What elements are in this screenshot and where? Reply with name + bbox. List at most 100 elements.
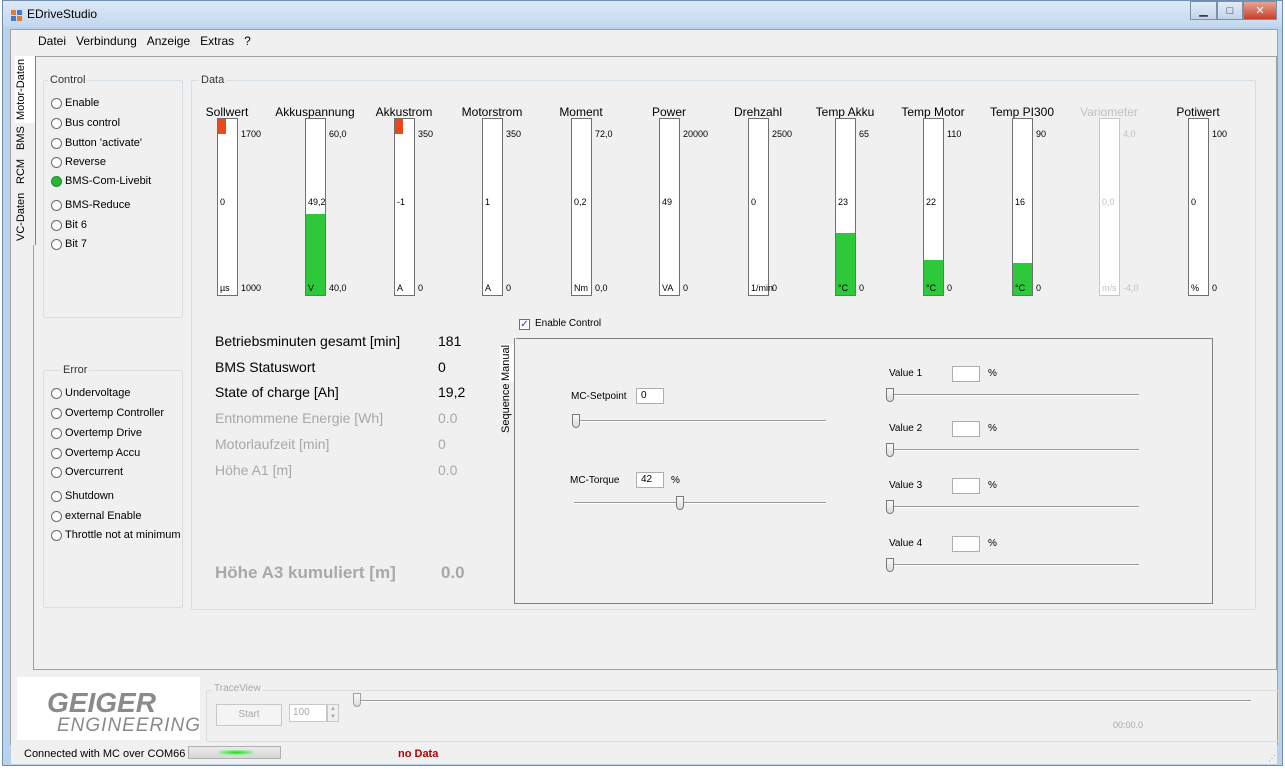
- trace-count-spinner[interactable]: ▲ ▼: [327, 704, 339, 722]
- tab-rcm[interactable]: RCM: [15, 153, 36, 189]
- gauge-value: 0,0: [1102, 197, 1115, 207]
- value-input[interactable]: [952, 421, 980, 437]
- gauge-value: 49,2: [308, 197, 326, 207]
- stat-value: 0: [438, 436, 446, 452]
- minimize-button[interactable]: ▁: [1190, 1, 1217, 20]
- error-item: Throttle not at minimum: [51, 528, 181, 542]
- window-controls: ▁ □ ✕: [1190, 1, 1277, 21]
- gauge-value: 0: [751, 197, 757, 207]
- control-item: Button 'activate': [51, 136, 142, 150]
- app-icon: [11, 8, 22, 21]
- value-slider-thumb[interactable]: [886, 500, 894, 514]
- value-slider-track: [888, 394, 1139, 396]
- menu-datei[interactable]: Datei: [11, 34, 71, 48]
- trace-count-input[interactable]: 100: [289, 704, 327, 722]
- mc-setpoint-label: MC-Setpoint: [571, 391, 627, 402]
- tab-bms[interactable]: BMS: [15, 123, 36, 153]
- control-item-label: Bus control: [65, 117, 121, 129]
- mc-torque-slider-thumb[interactable]: [676, 496, 684, 510]
- gauge-bar: 0 µs: [217, 118, 238, 296]
- value-slider-track: [888, 564, 1139, 566]
- control-item-label: BMS-Reduce: [65, 199, 131, 211]
- enable-control-checkbox[interactable]: ✓: [519, 319, 530, 330]
- control-item-label: Button 'activate': [65, 137, 142, 149]
- status-indicator-icon: [51, 156, 62, 168]
- value-slider-track: [888, 449, 1139, 451]
- stat-label: BMS Statuswort: [215, 359, 316, 375]
- mc-setpoint-slider-track: [574, 420, 826, 422]
- maximize-button[interactable]: □: [1217, 1, 1243, 20]
- gauge-min: 40,0: [329, 283, 347, 293]
- error-item: Shutdown: [51, 489, 114, 503]
- traceview-title: TraceView: [212, 683, 263, 694]
- data-group-title: Data: [199, 74, 227, 86]
- gauge-min: 0: [506, 283, 512, 293]
- enable-control-label: Enable Control: [535, 318, 602, 329]
- spinner-down-icon: ▼: [330, 714, 336, 720]
- menu-bar: Datei Verbindung Anzeige Extras ?: [11, 30, 1277, 52]
- gauge-unit: °C: [1015, 283, 1026, 293]
- value-input[interactable]: [952, 366, 980, 382]
- error-item: Undervoltage: [51, 386, 130, 400]
- title-bar[interactable]: [3, 1, 1282, 27]
- tab-manual[interactable]: Manual: [500, 344, 515, 382]
- error-item-label: Throttle not at minimum: [65, 529, 181, 541]
- tab-sequence[interactable]: Sequence: [500, 382, 515, 434]
- gauge-bar: 0 1/min: [748, 118, 773, 296]
- mc-torque-unit: %: [671, 475, 680, 486]
- gauge-unit: VA: [662, 283, 674, 293]
- gauge-unit: Nm: [574, 283, 588, 293]
- gauge-unit: A: [485, 283, 492, 293]
- value-unit: %: [988, 423, 997, 434]
- gauge-title: Power: [651, 105, 686, 119]
- menu-verbindung[interactable]: Verbindung: [71, 34, 142, 48]
- trace-slider-thumb[interactable]: [353, 693, 361, 707]
- gauge-title: Akkuspannung: [275, 105, 355, 119]
- mc-setpoint-input[interactable]: 0: [636, 388, 664, 404]
- gauge-unit: µs: [220, 283, 230, 293]
- status-indicator-icon: [51, 529, 62, 541]
- gauge-max: 110: [947, 129, 962, 139]
- stat-value: 181: [438, 333, 462, 349]
- close-icon: ✕: [1255, 5, 1265, 17]
- value-unit: %: [988, 480, 997, 491]
- gauge-unit: %: [1191, 283, 1200, 293]
- close-button[interactable]: ✕: [1243, 1, 1277, 20]
- mc-torque-slider-track: [574, 502, 826, 504]
- gauge-max: 100: [1212, 129, 1228, 139]
- tab-vc-daten[interactable]: VC-Daten: [15, 189, 36, 245]
- gauge-title: Drehzahl: [733, 105, 783, 119]
- value-label: Value 3: [889, 480, 923, 491]
- resize-grip-icon[interactable]: ⋰: [1268, 754, 1276, 763]
- status-indicator-icon: [51, 466, 62, 478]
- gauge-value: 0,2: [574, 197, 587, 207]
- control-item: Bit 7: [51, 237, 87, 251]
- connection-status: Connected with MC over COM66: [24, 748, 186, 760]
- error-item-label: Overtemp Drive: [65, 427, 143, 439]
- mc-torque-input[interactable]: 42: [636, 472, 664, 488]
- value-label: Value 2: [889, 423, 923, 434]
- value-slider-thumb[interactable]: [886, 558, 894, 572]
- status-indicator-icon: [51, 407, 62, 419]
- menu-extras[interactable]: Extras: [195, 34, 239, 48]
- error-item-label: external Enable: [65, 510, 142, 522]
- menu-anzeige[interactable]: Anzeige: [142, 34, 195, 48]
- tab-motor-daten[interactable]: Motor-Daten: [15, 56, 36, 123]
- gauge-max: 350: [418, 129, 434, 139]
- value-slider-thumb[interactable]: [886, 388, 894, 402]
- trace-start-button[interactable]: Start: [216, 704, 282, 726]
- value-slider-thumb[interactable]: [886, 443, 894, 457]
- gauge-value: 0: [1191, 197, 1197, 207]
- stat-value: 19,2: [438, 384, 466, 400]
- control-item-label: BMS-Com-Livebit: [65, 175, 152, 187]
- status-indicator-icon: [51, 97, 62, 109]
- error-item: Overtemp Accu: [51, 446, 140, 460]
- gauge-max: 65: [859, 129, 870, 139]
- status-indicator-icon: [51, 490, 62, 502]
- value-input[interactable]: [952, 478, 980, 494]
- value-input[interactable]: [952, 536, 980, 552]
- value-label: Value 4: [889, 538, 923, 549]
- menu-help[interactable]: ?: [239, 34, 256, 48]
- gauge-title: Motorstrom: [461, 105, 523, 119]
- mc-setpoint-slider-thumb[interactable]: [572, 414, 580, 428]
